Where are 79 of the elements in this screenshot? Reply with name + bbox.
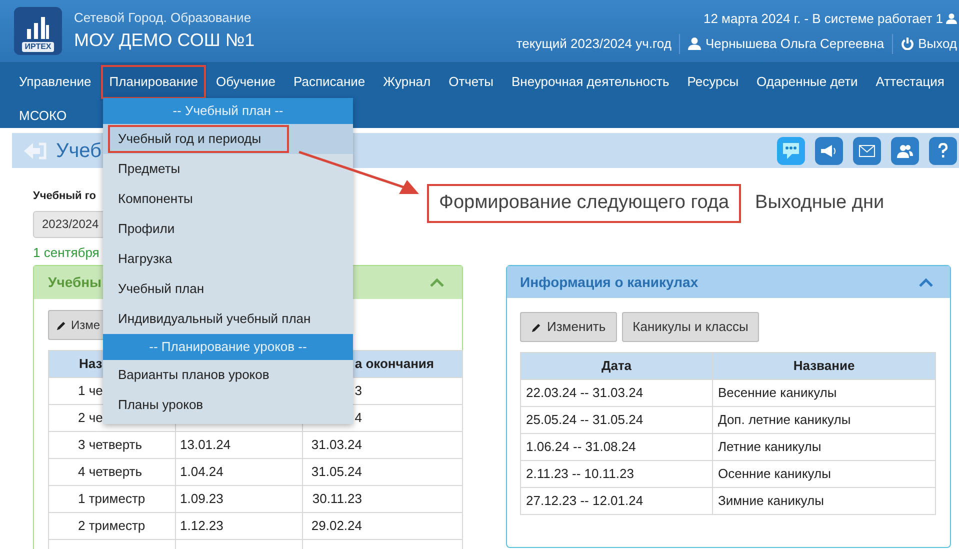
menu-item[interactable]: Индивидуальный учебный план [118, 309, 311, 329]
table-cell: 27.12.23 -- 12.01.24 [526, 493, 644, 508]
logout-link[interactable]: Выход [918, 34, 957, 54]
status-text: 12 марта 2024 г. - В системе работает 1 [703, 10, 943, 28]
table-cell-text: 3 четверть [78, 436, 142, 454]
nav-item[interactable]: Отчеты [448, 74, 494, 89]
table-cell: 22.03.24 -- 31.03.24 [526, 385, 644, 400]
column-header: Название [793, 358, 855, 374]
table-cell: 1.06.24 -- 31.08.24 [526, 439, 636, 454]
school-year: текущий 2023/2024 уч.год [516, 35, 672, 53]
table-cell-text: 4 четверть [78, 463, 142, 482]
column-header: Наз [79, 356, 102, 372]
menu-item[interactable]: Предметы [118, 159, 180, 179]
nav-item[interactable]: Ресурсы [687, 74, 739, 89]
table-cell-text: 1 триместр [78, 490, 146, 508]
menu-section-header: -- Планирование уроков -- [103, 334, 353, 360]
nav-item[interactable]: Журнал [383, 74, 431, 89]
table-cell: Зимние каникулы [718, 493, 824, 508]
table-cell: Доп. летние каникулы [718, 412, 851, 428]
user-icon [946, 12, 957, 24]
pencil-icon [531, 322, 542, 332]
menu-item[interactable]: Варианты планов уроков [118, 365, 270, 385]
panel-button[interactable]: Каникулы и классы [622, 312, 760, 342]
menu-item[interactable]: Учебный план [118, 279, 204, 299]
panel-button[interactable]: Изменить [520, 312, 617, 342]
collapse-icon[interactable] [430, 278, 444, 287]
table-cell-text: 1.12.23 [180, 517, 224, 536]
table-cell-text: 2 че [78, 409, 103, 428]
table-cell: 2.11.23 -- 10.11.23 [526, 466, 634, 482]
table-cell-text: 31.03.24 [310, 436, 362, 454]
table-cell-text: 29.02.24 [310, 517, 362, 536]
panel-title: Информация о каникулах [520, 272, 698, 292]
menu-item[interactable]: Нагрузка [118, 249, 172, 269]
user-icon [688, 37, 702, 50]
nav-item[interactable]: Внеурочная деятельность [512, 74, 670, 89]
megaphone-icon[interactable] [815, 136, 843, 164]
mail-icon[interactable] [853, 136, 881, 164]
nav-item[interactable]: Управление [19, 74, 92, 89]
table-cell-text: 1.09.23 [180, 490, 224, 508]
menu-section-header: -- Учебный план -- [103, 98, 353, 124]
panel-title: Учебны [48, 273, 102, 292]
nav-item[interactable]: МСОКО [19, 108, 67, 122]
page-link[interactable]: Выходные дни [755, 192, 884, 213]
chat-icon[interactable] [777, 136, 805, 164]
table-cell: Весенние каникулы [718, 385, 837, 400]
menu-item[interactable]: Компоненты [118, 189, 193, 209]
table-cell-text: 3 [354, 382, 362, 400]
nav-item[interactable]: Расписание [293, 74, 366, 89]
year-dates: 1 сентября [33, 244, 100, 262]
logo-text: ИРТЕХ [22, 42, 54, 52]
school-name: МОУ ДЕМО СОШ №1 [74, 29, 255, 52]
field-label: Учебный го [33, 189, 98, 204]
table-cell-text: 1 че [78, 382, 103, 400]
users-icon[interactable] [891, 136, 919, 164]
page-title: Учеб [56, 138, 102, 164]
nav-item[interactable]: Обучение [216, 74, 276, 89]
column-header: а окончания [354, 356, 434, 372]
nav-item[interactable]: Одаренные дети [756, 74, 858, 89]
menu-item[interactable]: Планы уроков [118, 395, 204, 415]
table-cell-text: 2 триместр [78, 517, 146, 536]
table-cell-text: 31.05.24 [310, 463, 362, 482]
table-cell-text: 13.01.24 [180, 436, 231, 454]
table-cell-text: 4 [354, 409, 362, 428]
table-cell-text: 30.11.23 [311, 490, 362, 508]
column-header: Дата [601, 358, 632, 374]
table-cell-text: 1.04.24 [180, 463, 224, 482]
year-select[interactable]: 2023/2024 [33, 210, 105, 238]
power-icon [901, 37, 914, 50]
pencil-icon [56, 320, 67, 330]
bars-icon [25, 17, 51, 39]
system-name: Сетевой Город. Образование [74, 8, 252, 27]
collapse-icon[interactable] [919, 278, 933, 286]
user-name[interactable]: Чернышева Ольга Сергеевна [705, 34, 884, 54]
menu-item[interactable]: Профили [118, 219, 175, 239]
nav-item[interactable]: Аттестация [876, 74, 944, 89]
table-cell: Летние каникулы [718, 439, 822, 454]
table-cell: Осенние каникулы [718, 466, 831, 482]
table-cell: 25.05.24 -- 31.05.24 [526, 412, 644, 428]
help-icon[interactable] [929, 136, 957, 164]
